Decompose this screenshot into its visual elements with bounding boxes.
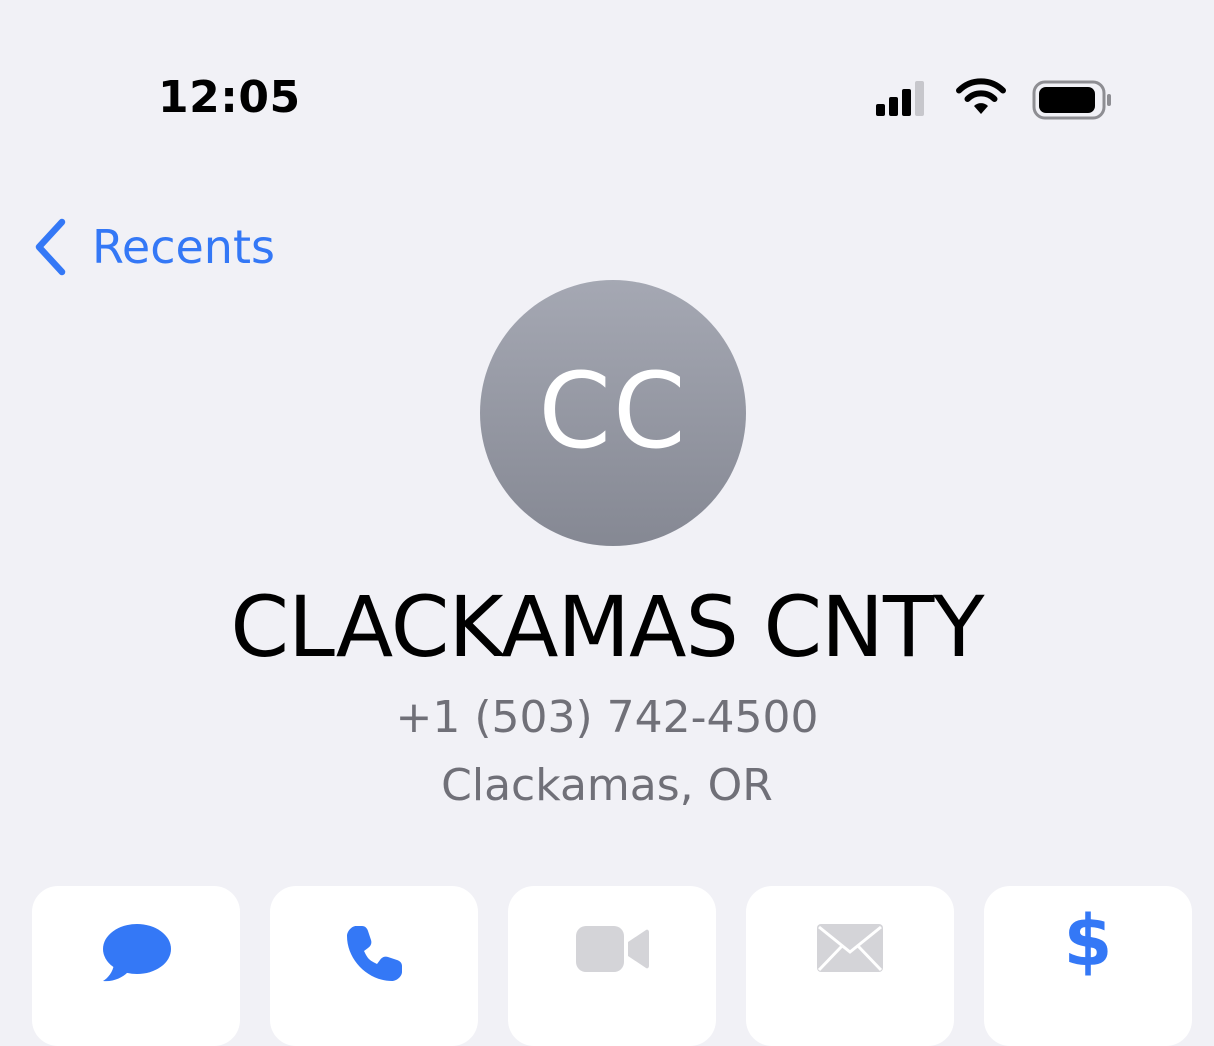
status-bar-time: 12:05	[158, 72, 301, 123]
cellular-signal-icon	[876, 81, 924, 116]
back-button[interactable]: Recents	[30, 212, 275, 282]
avatar-initials: CC	[538, 350, 688, 472]
call-button[interactable]	[270, 886, 478, 1046]
dollar-sign-icon: $	[1063, 900, 1113, 982]
battery-icon	[1032, 80, 1111, 120]
phone-icon	[347, 926, 402, 981]
contact-name: CLACKAMAS CNTY	[230, 578, 984, 676]
contact-phone-number: +1 (503) 742-4500	[395, 692, 819, 743]
contact-avatar: CC	[480, 280, 746, 546]
mail-button[interactable]	[746, 886, 954, 1046]
chevron-left-icon	[35, 218, 66, 276]
back-button-label: Recents	[92, 220, 275, 274]
contact-detail-screen: 12:05 Recents CC CLACKAMAS CNTY +1 (503)	[0, 0, 1214, 1046]
message-button[interactable]	[32, 886, 240, 1046]
status-bar-icons	[872, 78, 1112, 126]
wifi-icon	[956, 78, 1006, 114]
pay-button[interactable]: $	[984, 886, 1192, 1046]
video-camera-icon	[576, 926, 649, 972]
contact-actions-row: $	[0, 886, 1214, 1046]
video-call-button[interactable]	[508, 886, 716, 1046]
contact-location: Clackamas, OR	[441, 760, 773, 811]
envelope-icon	[817, 924, 883, 972]
message-bubble-icon	[103, 924, 171, 982]
